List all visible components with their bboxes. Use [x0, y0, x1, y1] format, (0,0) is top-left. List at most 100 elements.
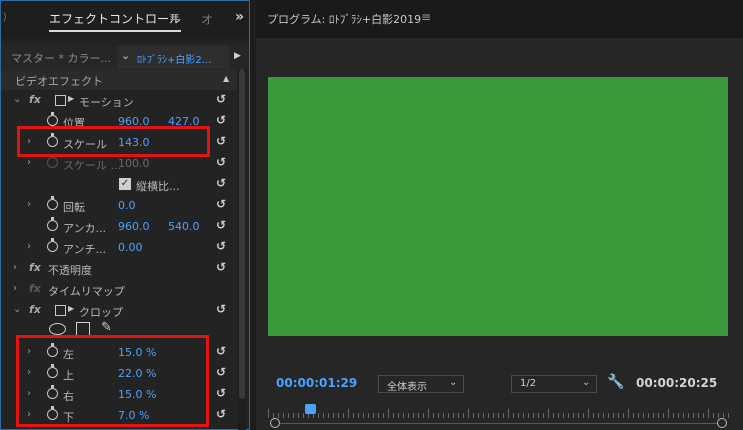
- reset-icon[interactable]: ↺: [216, 92, 226, 106]
- rotation-value[interactable]: 0.0: [118, 199, 136, 212]
- ruler-tick: [498, 413, 499, 418]
- param-anti-flicker: › アンチ... 0.00 ↺: [1, 237, 237, 258]
- ruler-tick: [663, 413, 664, 418]
- fit-select[interactable]: 全体表示 ⌄: [378, 375, 464, 393]
- anchor-x-value[interactable]: 960.0: [118, 220, 150, 233]
- wrench-icon[interactable]: 🔧: [607, 374, 624, 390]
- stopwatch-icon[interactable]: [47, 238, 58, 252]
- reset-icon[interactable]: ↺: [216, 197, 226, 211]
- chevron-down-icon: ⌄: [582, 377, 591, 388]
- crop-transform-icon[interactable]: [55, 305, 66, 316]
- twirl-down-icon[interactable]: ⌄: [13, 304, 21, 315]
- ruler-tick: [293, 413, 294, 418]
- twirl-right-icon[interactable]: ›: [13, 283, 17, 294]
- anchor-y-value[interactable]: 540.0: [168, 220, 200, 233]
- effect-crop: ⌄ fx ▶ クロップ ↺: [1, 300, 237, 321]
- zoom-handle-right[interactable]: [717, 418, 727, 428]
- ruler-tick: [383, 413, 384, 418]
- ruler-tick: [373, 413, 374, 418]
- current-timecode[interactable]: 00:00:01:29: [276, 376, 357, 390]
- clip-name: ﾛﾄﾌﾞﾗｼ+白影2...: [137, 55, 212, 66]
- twirl-right-icon[interactable]: ›: [27, 199, 31, 210]
- time-ruler[interactable]: [268, 404, 729, 418]
- rectangle-mask-icon[interactable]: [76, 322, 90, 336]
- ellipse-mask-icon[interactable]: [49, 323, 66, 335]
- stopwatch-icon[interactable]: [47, 112, 58, 126]
- ruler-tick: [623, 413, 624, 418]
- ruler-tick: [453, 413, 454, 418]
- tab-other[interactable]: オ: [201, 11, 213, 28]
- program-menu-icon[interactable]: ≡: [421, 10, 431, 24]
- source-label[interactable]: マスター * カラー...: [11, 50, 111, 66]
- effect-panel-scrollbar[interactable]: [238, 69, 246, 430]
- video-frame[interactable]: [268, 77, 728, 336]
- reset-icon[interactable]: ↺: [216, 344, 226, 358]
- tab-menu-icon[interactable]: ≡: [169, 10, 180, 25]
- effect-panel-tabbar: ⟩ エフェクトコントロール ≡ オ »: [1, 1, 249, 39]
- ruler-tick: [608, 413, 609, 418]
- reset-icon[interactable]: ↺: [216, 407, 226, 421]
- reset-icon[interactable]: ↺: [216, 260, 226, 274]
- twirl-down-icon[interactable]: ⌄: [13, 94, 21, 105]
- ruler-tick: [298, 413, 299, 418]
- ruler-tick: [553, 413, 554, 418]
- reset-icon[interactable]: ↺: [216, 386, 226, 400]
- fx-icon[interactable]: fx: [29, 261, 41, 274]
- reset-icon[interactable]: ↺: [216, 113, 226, 127]
- resolution-select[interactable]: 1/2 ⌄: [511, 375, 597, 393]
- time-remap-label: タイムリマップ: [48, 285, 125, 298]
- clip-selector[interactable]: ⌄ ﾛﾄﾌﾞﾗｼ+白影2...: [117, 46, 229, 68]
- playhead-icon[interactable]: [305, 404, 316, 414]
- ruler-tick: [593, 413, 594, 418]
- twirl-right-icon[interactable]: ›: [27, 241, 31, 252]
- ruler-tick: [393, 413, 394, 418]
- panel-left-chevron-icon[interactable]: ⟩: [3, 12, 7, 23]
- tab-effect-controls[interactable]: エフェクトコントロール: [49, 10, 182, 32]
- ruler-tick: [468, 409, 469, 418]
- ruler-tick: [643, 413, 644, 418]
- param-anchor-point: アンカ... 960.0 540.0 ↺: [1, 216, 237, 237]
- ruler-tick: [493, 413, 494, 418]
- reset-icon[interactable]: ↺: [216, 302, 226, 316]
- reset-icon[interactable]: ↺: [216, 218, 226, 232]
- anchor-label: アンカ...: [63, 222, 107, 235]
- motion-arrow-icon: ▶: [68, 94, 75, 103]
- twirl-right-icon[interactable]: ›: [27, 157, 31, 168]
- collapse-up-icon[interactable]: ▲: [223, 74, 229, 83]
- effect-panel-header: マスター * カラー... ⌄ ﾛﾄﾌﾞﾗｼ+白影2... ▶: [1, 45, 249, 69]
- ruler-tick: [323, 413, 324, 418]
- reset-icon[interactable]: ↺: [216, 134, 226, 148]
- zoom-scroll-track[interactable]: [276, 423, 721, 424]
- motion-transform-icon[interactable]: [55, 95, 66, 106]
- uniform-scale-checkbox[interactable]: ✓: [119, 178, 131, 190]
- ruler-tick: [683, 413, 684, 418]
- scrollbar-thumb[interactable]: [239, 69, 245, 399]
- reset-icon[interactable]: ↺: [216, 365, 226, 379]
- play-triangle-icon[interactable]: ▶: [234, 51, 241, 61]
- twirl-right-icon[interactable]: ›: [13, 262, 17, 273]
- zoom-handle-left[interactable]: [270, 418, 280, 428]
- reset-icon[interactable]: ↺: [216, 176, 226, 190]
- section-video-effects: ビデオエフェクト ▲: [1, 69, 237, 90]
- ruler-tick: [713, 413, 714, 418]
- motion-label: モーション: [79, 96, 134, 109]
- pen-mask-icon[interactable]: ✎: [101, 320, 112, 335]
- ruler-tick: [303, 413, 304, 418]
- anti-flicker-value[interactable]: 0.00: [118, 241, 143, 254]
- opacity-label: 不透明度: [48, 264, 92, 277]
- ruler-tick: [598, 413, 599, 418]
- stopwatch-icon[interactable]: [47, 196, 58, 210]
- stopwatch-icon[interactable]: [47, 217, 58, 231]
- ruler-tick: [528, 413, 529, 418]
- resolution-select-value: 1/2: [520, 378, 537, 389]
- ruler-tick: [533, 413, 534, 418]
- ruler-tick: [688, 413, 689, 418]
- fx-icon[interactable]: fx: [29, 93, 41, 106]
- program-monitor-title[interactable]: プログラム: ﾛﾄﾌﾞﾗｼ+白影2019: [267, 11, 421, 27]
- ruler-tick: [348, 409, 349, 418]
- ruler-tick: [433, 413, 434, 418]
- more-tabs-icon[interactable]: »: [235, 9, 244, 25]
- reset-icon[interactable]: ↺: [216, 239, 226, 253]
- reset-icon[interactable]: ↺: [216, 155, 226, 169]
- fx-icon[interactable]: fx: [29, 303, 41, 316]
